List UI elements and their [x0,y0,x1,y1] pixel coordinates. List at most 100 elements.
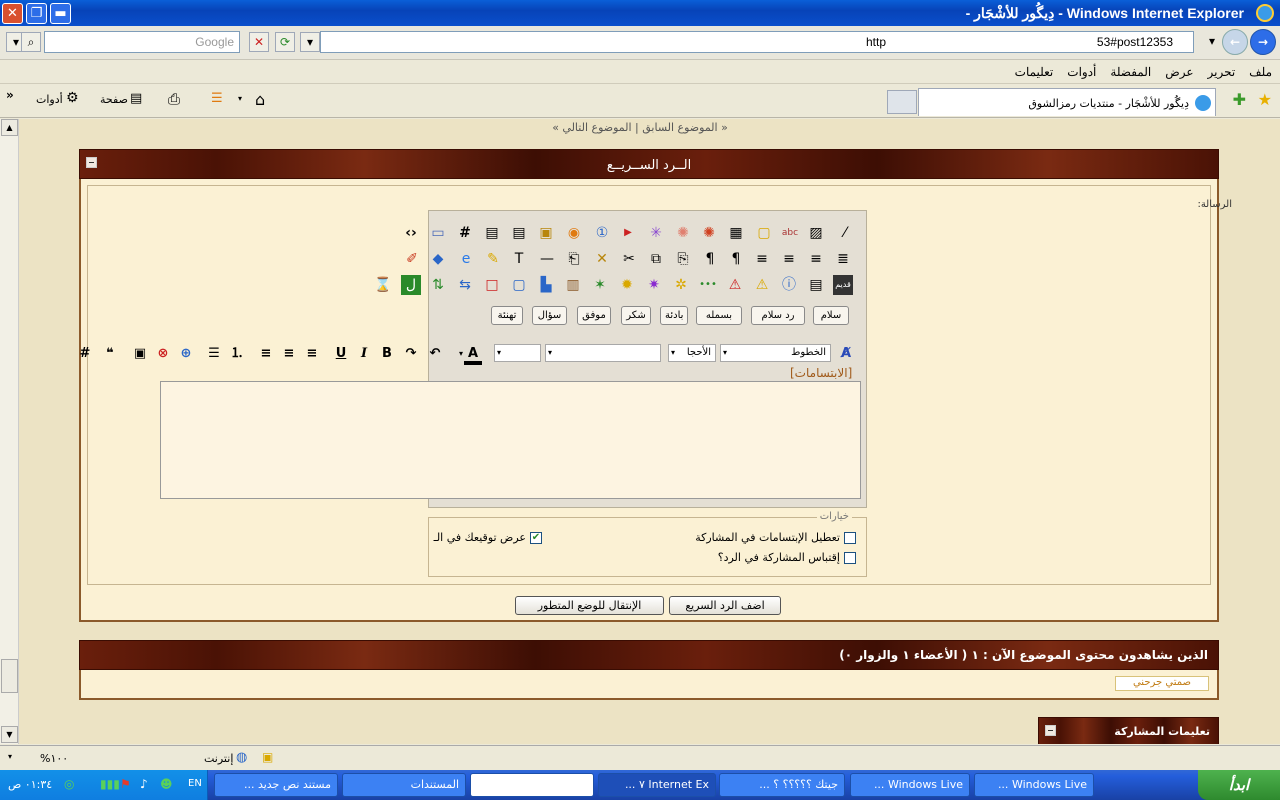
signature-checkbox[interactable]: ✔ [530,532,542,544]
feeds-icon[interactable]: ☰ [211,91,223,106]
thread-nav[interactable]: « الموضوع السابق | الموضوع التالي » [540,121,740,134]
font-color-dropdown-icon[interactable]: ▾ [452,345,470,363]
youtube-icon[interactable]: ▶ [618,223,638,243]
paste-icon[interactable]: ⎗ [564,249,584,269]
task-new-text-document[interactable]: مستند نص جديد ... [214,773,338,797]
up-arrows-icon[interactable]: ⇅ [428,275,448,295]
paste-text-icon[interactable]: ⎘ [673,249,693,269]
highlight-icon[interactable]: ✎ [483,249,503,269]
hash-fmt-icon[interactable]: # [76,345,94,363]
cut-icon[interactable]: ✂ [619,249,639,269]
scroll-up-icon[interactable]: ▲ [1,119,18,136]
back-button[interactable]: ← [1222,29,1248,55]
diamond-icon[interactable]: ◆ [428,249,448,269]
quick-salam-button[interactable]: سلام [813,306,849,325]
maximize-button[interactable]: ❐ [26,3,47,24]
tab-current[interactable]: دِيگُور للأشْجَار - منتديات رمزالشوق [918,88,1216,116]
sparkle-icon[interactable]: ✺ [673,223,693,243]
hourglass-icon[interactable]: ⌛ [373,275,393,295]
frame-blue-icon[interactable]: ▢ [509,275,529,295]
address-dropdown-icon[interactable]: ▾ [300,32,320,52]
info-icon[interactable]: ⓘ [779,275,799,295]
zoom-level[interactable]: ١٠٠% [40,752,68,765]
ltr-icon[interactable]: ¶ [700,249,720,269]
speaker-icon[interactable]: ♪ [140,777,148,791]
signal-icon[interactable]: ▮▮▮ [100,777,120,791]
add-favorite-icon[interactable]: ✚ [1233,90,1246,109]
zoom-dropdown-icon[interactable]: ▾ [8,752,12,761]
border-red-icon[interactable]: □ [482,275,502,295]
number-icon[interactable]: ① [592,223,612,243]
warning-red-icon[interactable]: ⚠ [725,275,745,295]
quick-question-button[interactable]: سؤال [532,306,567,325]
horizontal-rule-icon[interactable]: — [537,249,557,269]
swap-icon[interactable]: ⇆ [455,275,475,295]
menu-tools[interactable]: أدوات [1067,65,1096,79]
page-icon[interactable]: ▤ [130,91,142,106]
advanced-mode-button[interactable]: الإنتقال للوضع المتطور [515,596,664,615]
quick-thanks-button[interactable]: شكر [621,306,651,325]
image-frame-icon[interactable]: ▨ [806,223,826,243]
ordered-list-icon[interactable]: ⒈ [228,345,246,363]
home-icon[interactable]: ⌂ [255,90,265,109]
minimize-button[interactable]: ▬ [50,3,71,24]
frame-icon[interactable]: ▢ [754,223,774,243]
sound-icon[interactable]: ▭ [428,223,448,243]
toolbar-chevron[interactable]: » [6,88,14,102]
start-button[interactable]: ابدأ [1198,770,1280,800]
color-select[interactable]: ▾ [494,344,541,362]
align-left-fmt-icon[interactable]: ≡ [257,345,275,363]
scroll-thumb[interactable] [1,659,18,693]
warning-yellow-icon[interactable]: ⚠ [752,275,772,295]
color-text-icon[interactable]: abc [780,223,800,243]
forward-button[interactable]: → [1250,29,1276,55]
align-center-fmt-icon[interactable]: ≡ [280,345,298,363]
task-documents[interactable]: المستندات [342,773,466,797]
dots-icon[interactable]: ••• [698,275,718,295]
home-dropdown-icon[interactable]: ▾ [238,94,242,103]
link-icon[interactable]: ⊕ [177,345,195,363]
green-box-icon[interactable]: ل [401,275,421,295]
glitter-icon[interactable]: ✷ [644,275,664,295]
menu-file[interactable]: ملف [1249,65,1272,79]
bold-icon[interactable]: B [378,345,396,363]
messenger-icon[interactable]: ☻ [160,777,173,791]
disable-smilies-checkbox[interactable] [844,532,856,544]
image-left-icon[interactable]: ▤ [482,223,502,243]
star-small-icon[interactable]: ✲ [671,275,691,295]
new-tab-button[interactable] [887,90,917,114]
rtl-icon[interactable]: ¶ [726,249,746,269]
hash-icon[interactable]: # [455,223,475,243]
wand-icon[interactable]: ⁄ [835,223,855,243]
gold-burst-icon[interactable]: ✹ [617,275,637,295]
menu-view[interactable]: عرض [1165,65,1193,79]
print-icon[interactable]: ⎙ [168,90,180,108]
quick-reply-salam-button[interactable]: رد سلام [751,306,805,325]
ie-link-icon[interactable]: e [456,249,476,269]
unlink-icon[interactable]: ⊗ [154,345,172,363]
task-internet-explorer[interactable]: Internet Ex ٧ ... [598,773,716,797]
bullet-list-icon[interactable]: ☰ [205,345,223,363]
justify-icon[interactable]: ≣ [833,249,853,269]
address-input[interactable]: http 53#post12353 [320,31,1194,53]
viewer-member-link[interactable]: صمتي جرحني [1115,676,1209,691]
quick-congrats-button[interactable]: تهنئة [491,306,523,325]
font-select[interactable]: ▾ الخطوط [720,344,831,362]
remove-format-icon[interactable]: T [509,249,529,269]
text-box-icon[interactable]: ▤ [806,275,826,295]
menu-help[interactable]: تعليمات [1015,65,1054,79]
table-icon[interactable]: ▦ [726,223,746,243]
align-left-icon[interactable]: ≡ [752,249,772,269]
size-select[interactable]: ▾ الأحجا [668,344,716,362]
clock[interactable]: ٠١:٣٤ ص [8,778,52,791]
align-center-icon[interactable]: ≡ [779,249,799,269]
submit-quick-reply-button[interactable]: اضف الرد السريع [669,596,781,615]
task-windows-live-2[interactable]: Windows Live ... [850,773,970,797]
scroll-text-icon[interactable]: ▥ [563,275,583,295]
image-box-icon[interactable]: ▤ [509,223,529,243]
quote-box-icon[interactable]: قديم [833,275,853,295]
eraser-icon[interactable]: ✐ [402,249,422,269]
insert-image-icon[interactable]: ▣ [131,345,149,363]
task-windows-live-1[interactable]: Windows Live ... [974,773,1094,797]
align-right-icon[interactable]: ≡ [806,249,826,269]
